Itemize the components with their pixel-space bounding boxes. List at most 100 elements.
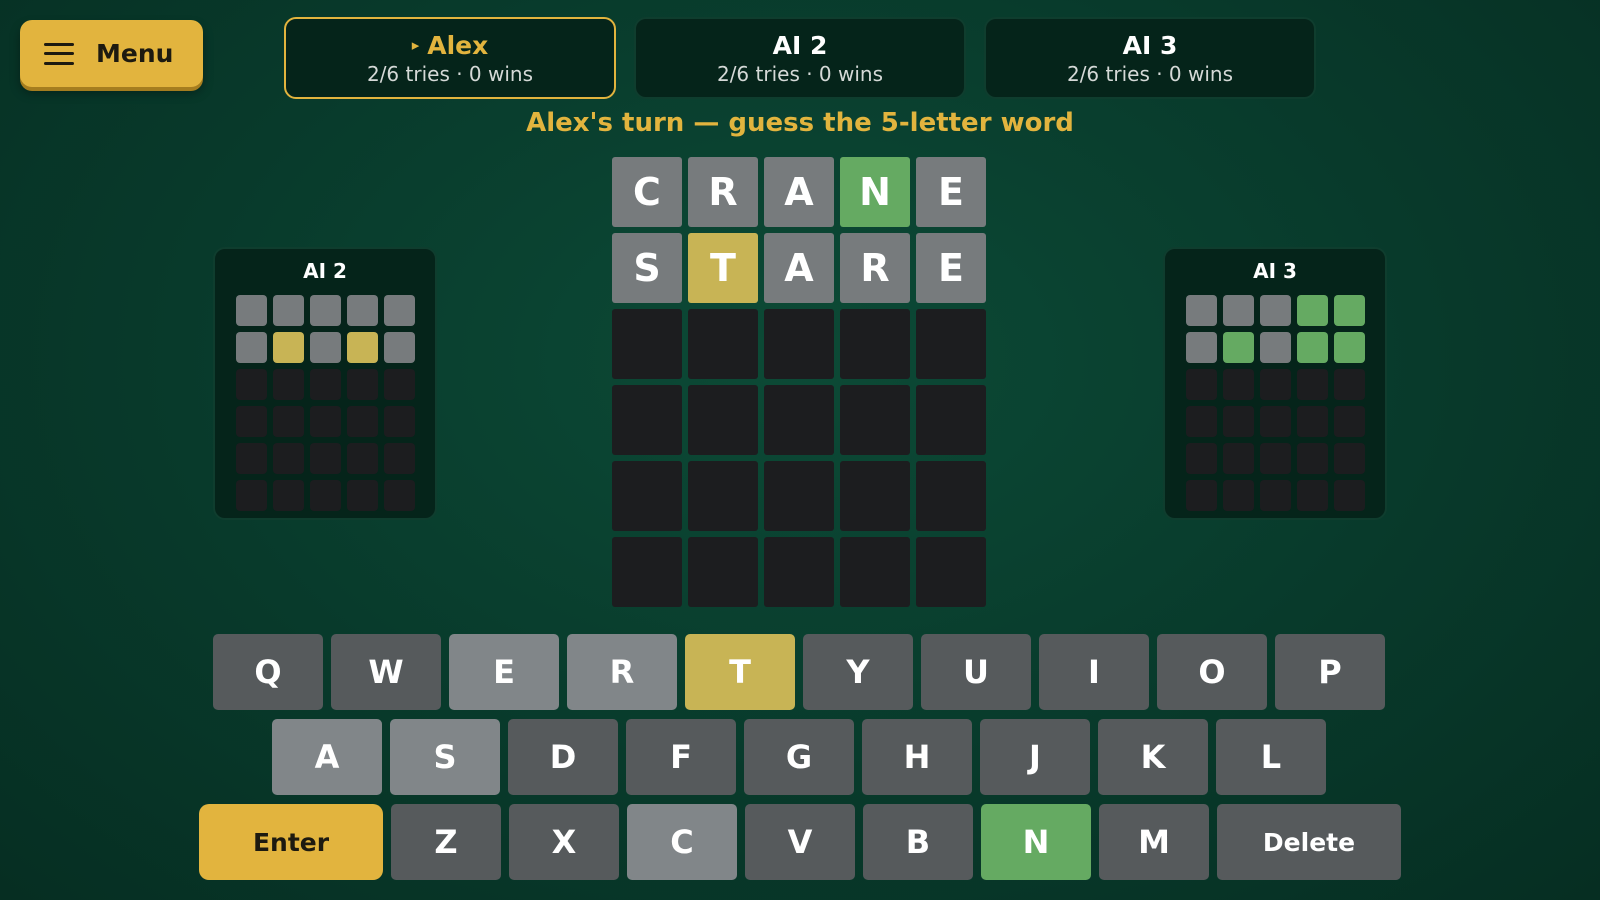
mini-tile [1334, 406, 1365, 437]
board-tile [688, 385, 758, 455]
mini-board-grid [1186, 295, 1365, 511]
key-s[interactable]: S [390, 719, 500, 795]
main-board: CRANESTARE [612, 157, 986, 607]
keyboard-row-1: QWERTYUIOP [213, 634, 1385, 710]
mini-tile [310, 406, 341, 437]
menu-label: Menu [96, 39, 174, 68]
mini-tile [1186, 480, 1217, 511]
board-tile: E [916, 157, 986, 227]
key-z[interactable]: Z [391, 804, 501, 880]
key-f[interactable]: F [626, 719, 736, 795]
key-m[interactable]: M [1099, 804, 1209, 880]
key-d[interactable]: D [508, 719, 618, 795]
key-a[interactable]: A [272, 719, 382, 795]
key-t[interactable]: T [685, 634, 795, 710]
board-tile [688, 461, 758, 531]
key-n[interactable]: N [981, 804, 1091, 880]
key-b[interactable]: B [863, 804, 973, 880]
hamburger-icon [44, 42, 74, 65]
player-card-alex: ▸ Alex 2/6 tries · 0 wins [284, 17, 616, 99]
mini-tile [310, 443, 341, 474]
mini-board-title: AI 2 [303, 259, 347, 283]
keyboard-row-2: ASDFGHJKL [272, 719, 1326, 795]
key-j[interactable]: J [980, 719, 1090, 795]
board-tile [612, 385, 682, 455]
board-tile: C [612, 157, 682, 227]
mini-tile [1223, 480, 1254, 511]
mini-board-title: AI 3 [1253, 259, 1297, 283]
board-tile [764, 309, 834, 379]
board-tile [688, 309, 758, 379]
board-tile [840, 385, 910, 455]
board-tile: S [612, 233, 682, 303]
key-p[interactable]: P [1275, 634, 1385, 710]
mini-board-ai2: AI 2 [213, 247, 437, 520]
board-tile [764, 385, 834, 455]
key-i[interactable]: I [1039, 634, 1149, 710]
key-delete[interactable]: Delete [1217, 804, 1401, 880]
mini-tile [347, 295, 378, 326]
mini-tile [1223, 406, 1254, 437]
player-stats: 2/6 tries · 0 wins [716, 61, 884, 86]
mini-tile [1223, 332, 1254, 363]
mini-tile [384, 369, 415, 400]
mini-tile [1334, 480, 1365, 511]
keyboard-row-3: Enter Z X C V B N M Delete [199, 804, 1401, 880]
board-tile [840, 537, 910, 607]
mini-tile [1186, 332, 1217, 363]
mini-tile [1297, 443, 1328, 474]
key-x[interactable]: X [509, 804, 619, 880]
menu-button[interactable]: Menu [20, 20, 203, 87]
mini-tile [273, 369, 304, 400]
board-tile [916, 537, 986, 607]
mini-tile [384, 332, 415, 363]
mini-tile [273, 332, 304, 363]
mini-tile [236, 332, 267, 363]
mini-tile [347, 480, 378, 511]
mini-tile [1186, 369, 1217, 400]
mini-tile [310, 369, 341, 400]
key-o[interactable]: O [1157, 634, 1267, 710]
mini-tile [236, 406, 267, 437]
mini-tile [1186, 406, 1217, 437]
key-g[interactable]: G [744, 719, 854, 795]
mini-tile [310, 480, 341, 511]
key-k[interactable]: K [1098, 719, 1208, 795]
mini-board-ai3: AI 3 [1163, 247, 1387, 520]
mini-tile [1297, 406, 1328, 437]
mini-tile [310, 295, 341, 326]
key-enter[interactable]: Enter [199, 804, 383, 880]
mini-tile [347, 443, 378, 474]
mini-tile [1334, 295, 1365, 326]
key-v[interactable]: V [745, 804, 855, 880]
key-c[interactable]: C [627, 804, 737, 880]
mini-tile [347, 406, 378, 437]
key-l[interactable]: L [1216, 719, 1326, 795]
mini-tile [1260, 295, 1291, 326]
board-tile: N [840, 157, 910, 227]
board-tile [916, 385, 986, 455]
player-card-ai2: AI 2 2/6 tries · 0 wins [634, 17, 966, 99]
mini-tile [347, 332, 378, 363]
key-q[interactable]: Q [213, 634, 323, 710]
key-w[interactable]: W [331, 634, 441, 710]
mini-tile [310, 332, 341, 363]
player-name: AI 2 [772, 30, 828, 60]
mini-board-grid [236, 295, 415, 511]
mini-tile [1186, 443, 1217, 474]
key-r[interactable]: R [567, 634, 677, 710]
mini-tile [1223, 369, 1254, 400]
board-tile: T [688, 233, 758, 303]
mini-tile [1223, 295, 1254, 326]
key-u[interactable]: U [921, 634, 1031, 710]
mini-tile [236, 443, 267, 474]
key-e[interactable]: E [449, 634, 559, 710]
board-tile [612, 309, 682, 379]
board-tile: E [916, 233, 986, 303]
board-tile [688, 537, 758, 607]
board-tile [916, 309, 986, 379]
board-tile: A [764, 233, 834, 303]
board-tile: A [764, 157, 834, 227]
key-h[interactable]: H [862, 719, 972, 795]
key-y[interactable]: Y [803, 634, 913, 710]
